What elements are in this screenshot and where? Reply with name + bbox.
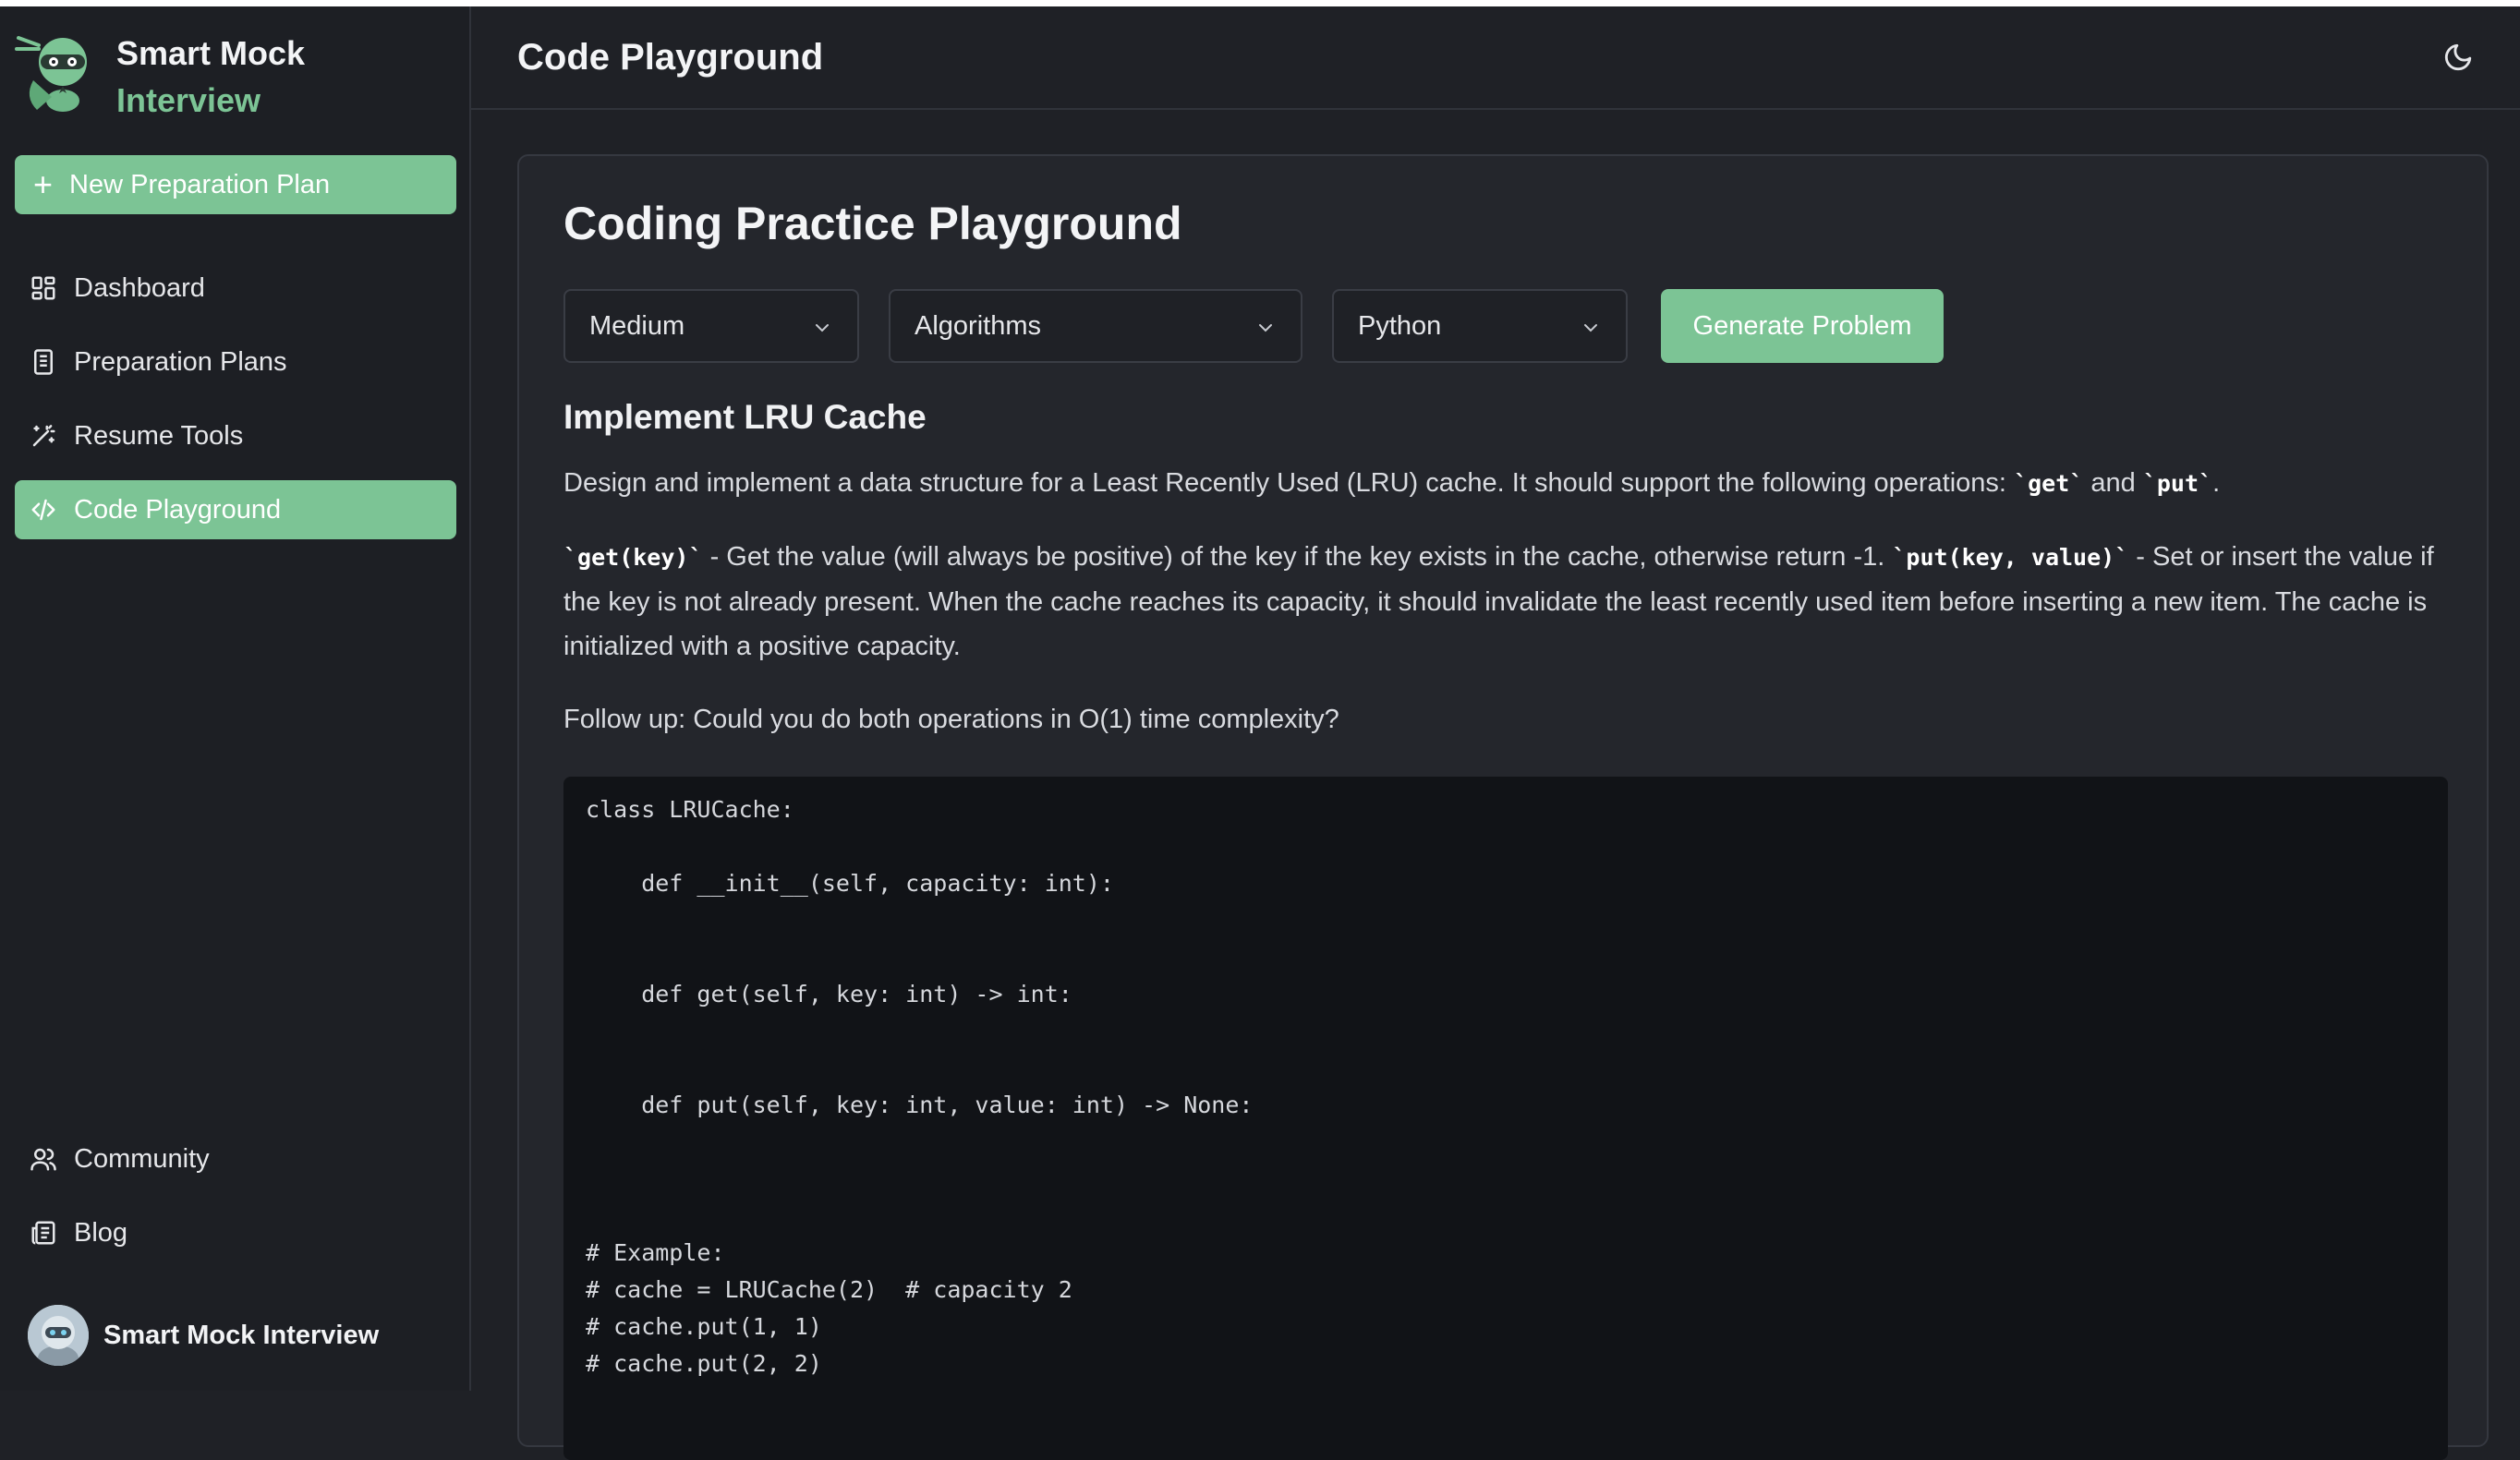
sidebar-item-label: Preparation Plans [74,346,287,377]
inline-code: `put` [2142,470,2213,497]
page-title: Code Playground [517,36,824,78]
sidebar-item-label: Code Playground [74,494,282,525]
language-value: Python [1358,310,1442,341]
sidebar-item-dashboard[interactable]: Dashboard [15,259,456,318]
code-content: class LRUCache: def __init__(self, capac… [586,796,1254,1377]
magic-wand-icon [32,425,55,447]
brand-name-line2: Interview [116,81,261,119]
new-preparation-plan-button[interactable]: + New Preparation Plan [15,155,456,214]
topic-value: Algorithms [915,310,1041,341]
ninja-mascot-logo-icon [15,36,87,112]
user-profile[interactable]: Smart Mock Interview [28,1305,379,1366]
sidebar-item-label: Resume Tools [74,420,244,451]
problem-follow-up: Follow up: Could you do both operations … [563,705,1339,734]
inline-code: `get(key)` [563,544,703,571]
newspaper-icon [31,1221,55,1245]
user-name: Smart Mock Interview [103,1320,380,1350]
moon-icon[interactable] [2442,42,2474,73]
app: Smart Mock Interview + New Preparation P… [0,6,2520,1460]
problem-text: and [2083,468,2143,498]
sidebar-item-label: Blog [74,1217,128,1248]
window-top-strip [0,0,2520,6]
problem-description: Design and implement a data structure fo… [563,461,2448,506]
problem-text: - Get the value (will always be positive… [702,542,1893,572]
inline-code: `put(key, value)` [1892,544,2129,571]
code-icon [31,499,55,521]
problem-text: Design and implement a data structure fo… [563,468,2015,498]
playground-heading: Coding Practice Playground [563,198,1182,249]
code-editor[interactable]: class LRUCache: def __init__(self, capac… [563,777,2448,1460]
language-select[interactable]: Python [1332,289,1628,363]
playground-card: Coding Practice Playground Medium Algori… [517,154,2489,1460]
problem-title: Implement LRU Cache [563,398,927,436]
sidebar: Smart Mock Interview + New Preparation P… [0,6,471,1391]
document-icon [34,349,53,375]
brand[interactable]: Smart Mock Interview [15,25,305,127]
problem-operations: `get(key)` - Get the value (will always … [563,535,2448,669]
new-plan-label: New Preparation Plan [69,169,331,199]
chevron-down-icon [1584,324,1597,332]
users-icon [30,1148,56,1171]
sidebar-item-label: Community [74,1143,210,1174]
problem-text: . [2212,468,2221,498]
sidebar-item-resume-tools[interactable]: Resume Tools [15,406,456,465]
sidebar-item-code-playground[interactable]: Code Playground [15,480,456,539]
sidebar-item-label: Dashboard [74,272,205,303]
inline-code: `get` [2014,470,2084,497]
difficulty-value: Medium [589,310,685,341]
avatar [28,1305,89,1366]
chevron-down-icon [1259,324,1272,332]
topic-select[interactable]: Algorithms [889,289,1302,363]
main-content: Code Playground Coding Practice Playgrou… [471,6,2520,1460]
difficulty-select[interactable]: Medium [563,289,859,363]
generate-problem-button[interactable]: Generate Problem [1661,289,1944,363]
sidebar-item-preparation-plans[interactable]: Preparation Plans [15,332,456,392]
page-header: Code Playground [471,6,2520,110]
plus-icon: + [33,165,54,203]
chevron-down-icon [816,324,829,332]
dashboard-icon [31,276,55,300]
sidebar-item-community[interactable]: Community [15,1129,456,1189]
sidebar-item-blog[interactable]: Blog [15,1203,456,1262]
brand-name-line1: Smart Mock [116,34,306,72]
